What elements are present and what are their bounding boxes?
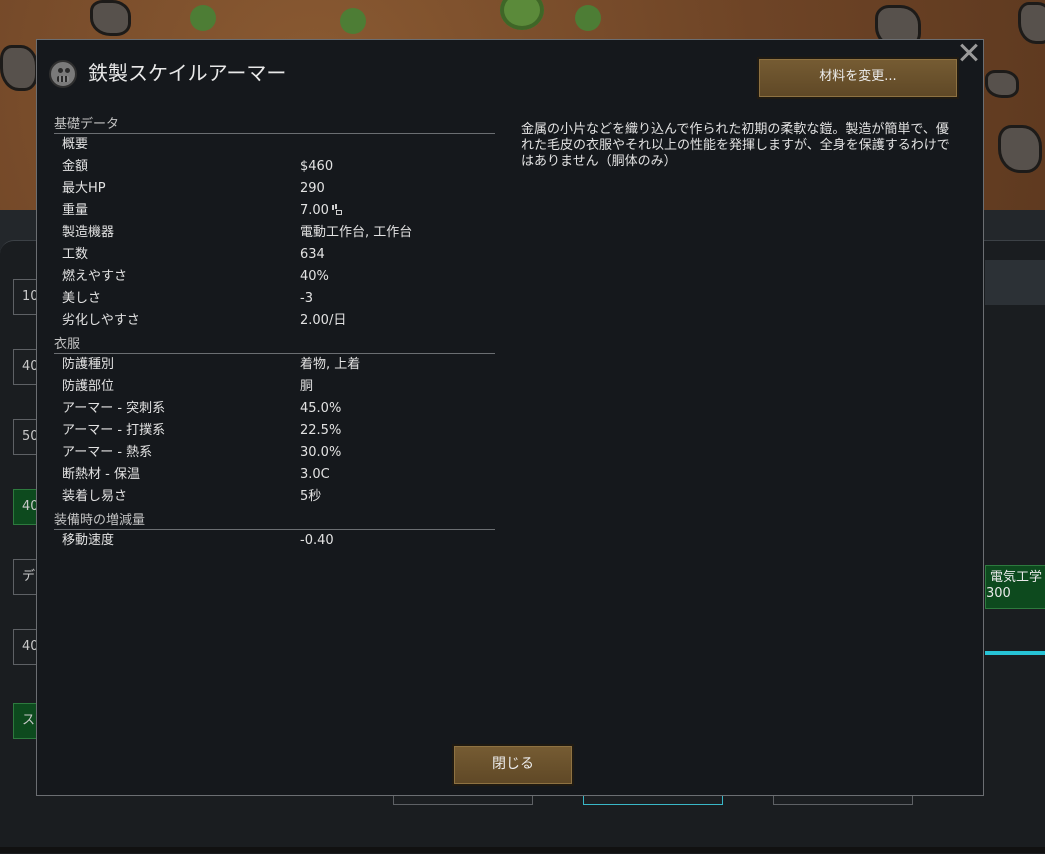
stat-label: 防護部位 [62, 379, 115, 394]
stat-label: アーマー - 突刺系 [62, 401, 166, 416]
section-header: 基礎データ [54, 112, 495, 134]
stat-value: 290 [300, 181, 325, 196]
stat-value: $460 [300, 159, 334, 174]
stat-value: 22.5% [300, 423, 342, 438]
stat-value-cell: 7.00 [300, 200, 342, 222]
stat-row[interactable]: アーマー - 突刺系 45.0% [54, 398, 495, 420]
stat-value-cell: 30.0% [300, 442, 341, 464]
stat-value: 着物, 上着 [300, 357, 361, 372]
bush [340, 8, 366, 34]
stat-label: 防護種別 [62, 357, 115, 372]
stat-label: アーマー - 熱系 [62, 445, 153, 460]
rock [1018, 2, 1045, 44]
stat-value-cell: 634 [300, 244, 325, 266]
stat-value-cell: -3 [300, 288, 313, 310]
rock [0, 45, 38, 91]
stat-value: 40% [300, 269, 329, 284]
stat-value: 電動工作台, 工作台 [300, 225, 413, 240]
stat-label: 移動速度 [62, 533, 115, 548]
stat-value: 634 [300, 247, 325, 262]
kg-icon [331, 205, 342, 215]
stat-label: 劣化しやすさ [62, 313, 140, 328]
stat-label: 断熱材 - 保温 [62, 467, 140, 482]
rock [90, 0, 131, 36]
stat-value: 5秒 [300, 489, 322, 504]
stat-value-cell: -0.40 [300, 530, 334, 552]
stat-value-cell: 290 [300, 178, 325, 200]
stat-value-cell: $460 [300, 156, 333, 178]
research-node-label: 電気工学 [990, 570, 1043, 585]
stat-value-cell: 電動工作台, 工作台 [300, 222, 412, 244]
stat-value: -0.40 [300, 533, 334, 548]
stat-value: 7.00 [300, 203, 329, 218]
stat-row[interactable]: 金額 $460 [54, 156, 495, 178]
armor-helmet-icon [49, 60, 77, 88]
stat-row[interactable]: 劣化しやすさ 2.00/日 [54, 310, 495, 332]
stat-value: -3 [300, 291, 313, 306]
stat-row[interactable]: 最大HP 290 [54, 178, 495, 200]
stat-label: 装着し易さ [62, 489, 128, 504]
stat-row[interactable]: 防護部位 胴 [54, 376, 495, 398]
stat-value-cell: 40% [300, 266, 329, 288]
rock [985, 70, 1019, 98]
stat-value: 30.0% [300, 445, 342, 460]
close-button[interactable]: 閉じる [452, 744, 574, 786]
tree [500, 0, 544, 30]
panel-header-strip [985, 260, 1045, 305]
change-material-button[interactable]: 材料を変更... [757, 57, 959, 99]
stat-value: 胴 [300, 379, 314, 394]
stat-row[interactable]: 移動速度 -0.40 [54, 530, 495, 552]
stat-row[interactable]: 燃えやすさ 40% [54, 266, 495, 288]
close-icon[interactable] [955, 39, 983, 67]
stat-label: アーマー - 打撲系 [62, 423, 166, 438]
stat-row[interactable]: 工数 634 [54, 244, 495, 266]
stat-value-cell: 着物, 上着 [300, 354, 360, 376]
dialog-title: 鉄製スケイルアーマー [88, 61, 287, 85]
research-node-cost: 300 [986, 586, 1011, 601]
stat-row[interactable]: 断熱材 - 保温 3.0C [54, 464, 495, 486]
stat-value-cell: 22.5% [300, 420, 341, 442]
stat-row[interactable]: 概要 [54, 134, 495, 156]
stat-row[interactable]: 製造機器 電動工作台, 工作台 [54, 222, 495, 244]
stats-table: 基礎データ概要金額 $460 最大HP 290 重量 7.00 製造機器 電動工作台, 工作台… [54, 112, 495, 552]
item-description: 金属の小片などを織り込んで作られた初期の柔軟な鎧。製造が簡単で、優れた毛皮の衣服… [521, 122, 950, 169]
stat-label: 概要 [62, 137, 89, 152]
stat-row[interactable]: アーマー - 熱系 30.0% [54, 442, 495, 464]
stat-value: 2.00/日 [300, 313, 347, 328]
stat-row[interactable]: 装着し易さ 5秒 [54, 486, 495, 508]
section-header: 装備時の増減量 [54, 508, 495, 530]
bush [190, 5, 216, 31]
stat-value: 45.0% [300, 401, 342, 416]
bottom-bar [0, 847, 1045, 853]
stat-value-cell: 胴 [300, 376, 313, 398]
stat-label: 最大HP [62, 181, 106, 196]
rock [998, 125, 1042, 173]
research-connector-line [985, 651, 1045, 655]
stat-label: 燃えやすさ [62, 269, 128, 284]
stat-value-cell: 2.00/日 [300, 310, 346, 332]
stat-row[interactable]: 美しさ -3 [54, 288, 495, 310]
stat-label: 美しさ [62, 291, 102, 306]
stat-row[interactable]: 防護種別 着物, 上着 [54, 354, 495, 376]
stat-value-cell: 5秒 [300, 486, 321, 508]
stat-value-cell: 45.0% [300, 398, 341, 420]
stat-label: 工数 [62, 247, 89, 262]
research-node-electricity[interactable]: 電気工学 300 [985, 565, 1045, 609]
stat-row[interactable]: アーマー - 打撲系 22.5% [54, 420, 495, 442]
item-info-dialog: 鉄製スケイルアーマー 材料を変更... 基礎データ概要金額 $460 最大HP 290… [36, 39, 984, 796]
section-header: 衣服 [54, 332, 495, 354]
stat-value: 3.0C [300, 467, 330, 482]
stat-value-cell: 3.0C [300, 464, 330, 486]
stat-label: 製造機器 [62, 225, 115, 240]
stat-label: 金額 [62, 159, 89, 174]
bush [575, 5, 601, 31]
stat-row[interactable]: 重量 7.00 [54, 200, 495, 222]
stat-label: 重量 [62, 203, 89, 218]
